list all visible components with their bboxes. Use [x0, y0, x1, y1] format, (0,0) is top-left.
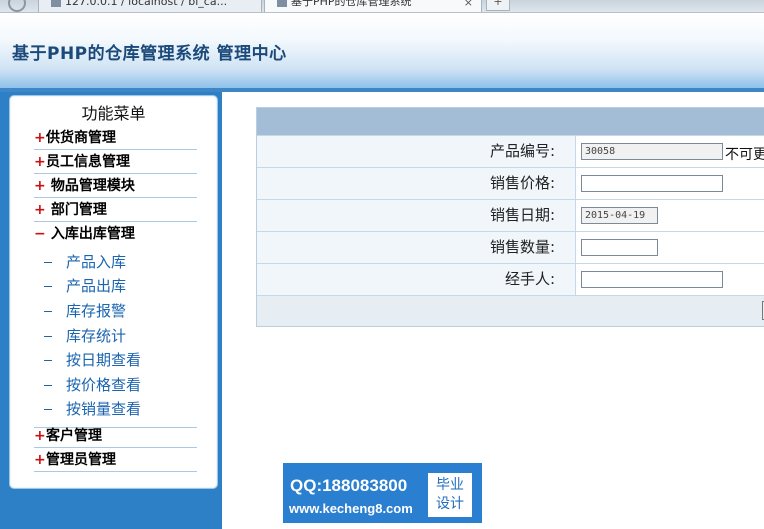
sale-quantity-label: 销售数量: — [257, 232, 576, 263]
expand-icon: + — [34, 154, 46, 170]
bullet-dash — [44, 360, 52, 361]
form-header-bar — [257, 108, 764, 135]
submenu-label: 产品入库 — [66, 253, 127, 271]
form-row-sale-price: 销售价格: — [257, 167, 764, 199]
menu-item-departments[interactable]: + 部门管理 — [34, 198, 197, 222]
page-title: 基于PHP的仓库管理系统 管理中心 — [12, 44, 287, 64]
menu-item-stock-io[interactable]: − 入库出库管理 — [34, 222, 197, 245]
page-icon — [277, 0, 287, 7]
watermark-url: www.kecheng8.com — [289, 501, 413, 516]
menu-item-customers[interactable]: +客户管理 — [34, 424, 197, 448]
favicon-icon — [51, 0, 61, 7]
menu-item-admins[interactable]: +管理员管理 — [34, 448, 197, 472]
browser-tab-strip: 127.0.0.1 / localhost / bi_ca... 基于PHP的仓… — [0, 0, 764, 13]
bullet-dash — [44, 409, 52, 410]
sale-price-label: 销售价格: — [257, 168, 576, 199]
sales-form-table: 产品编号: 不可更 销售价格: 销售日期: 销售数量: 经手人: — [256, 107, 764, 327]
tab-label: 基于PHP的仓库管理系统 — [291, 0, 412, 8]
readonly-note: 不可更 — [725, 147, 764, 163]
submenu-product-outbound[interactable]: 产品出库 — [44, 275, 126, 297]
expand-icon: + — [34, 452, 46, 468]
handler-input[interactable] — [581, 271, 723, 288]
submenu-view-by-price[interactable]: 按价格查看 — [44, 374, 141, 396]
close-tab-icon[interactable]: × — [464, 0, 473, 10]
submenu-label: 产品出库 — [66, 277, 127, 295]
expand-icon: + — [34, 202, 46, 218]
browser-tab-phpmyadmin[interactable]: 127.0.0.1 / localhost / bi_ca... — [38, 0, 262, 12]
sale-price-input[interactable] — [581, 175, 723, 192]
sale-quantity-input[interactable] — [581, 239, 658, 256]
bullet-dash — [44, 262, 52, 263]
menu-item-label: 部门管理 — [46, 202, 107, 218]
submenu-label: 按价格查看 — [66, 376, 142, 394]
badge-line-2: 设计 — [436, 496, 464, 512]
form-row-handler: 经手人: — [257, 263, 764, 295]
form-row-product-id: 产品编号: 不可更 — [257, 135, 764, 167]
watermark-banner: QQ:188083800 www.kecheng8.com 毕业 设计 — [283, 463, 482, 523]
form-row-sale-date: 销售日期: — [257, 199, 764, 231]
menu-title: 功能菜单 — [81, 104, 146, 123]
submenu-view-by-sales[interactable]: 按销量查看 — [44, 398, 141, 420]
handler-label: 经手人: — [257, 264, 576, 295]
bullet-dash — [44, 385, 52, 386]
submenu-label: 按日期查看 — [66, 351, 142, 369]
submenu-label: 按销量查看 — [66, 400, 142, 418]
badge-line-1: 毕业 — [436, 477, 464, 493]
submenu-product-inbound[interactable]: 产品入库 — [44, 251, 126, 273]
expand-icon: + — [34, 130, 46, 146]
function-menu-panel: 功能菜单 +供货商管理 +员工信息管理 + 物品管理模块 + 部门管理 − 入库… — [9, 95, 218, 489]
menu-item-label: 物品管理模块 — [46, 178, 135, 194]
menu-item-label: 员工信息管理 — [46, 154, 130, 170]
submenu-stock-statistics[interactable]: 库存统计 — [44, 325, 126, 347]
menu-item-label: 入库出库管理 — [46, 226, 135, 242]
submenu-stock-alarm[interactable]: 库存报警 — [44, 300, 126, 322]
bullet-dash — [44, 336, 52, 337]
submenu-view-by-date[interactable]: 按日期查看 — [44, 349, 141, 371]
form-footer — [257, 295, 764, 326]
new-tab-button[interactable]: + — [486, 0, 510, 11]
submenu-label: 库存报警 — [66, 302, 127, 320]
expand-icon: + — [34, 178, 46, 194]
tab-label: 127.0.0.1 / localhost / bi_ca... — [65, 0, 228, 8]
menu-item-suppliers[interactable]: +供货商管理 — [34, 126, 197, 150]
sale-date-label: 销售日期: — [257, 200, 576, 231]
collapse-icon: − — [34, 226, 46, 242]
watermark-badge: 毕业 设计 — [428, 473, 472, 517]
menu-item-goods[interactable]: + 物品管理模块 — [34, 174, 197, 198]
product-id-label: 产品编号: — [257, 136, 576, 167]
sidebar: 功能菜单 +供货商管理 +员工信息管理 + 物品管理模块 + 部门管理 − 入库… — [0, 92, 222, 529]
menu-item-employees[interactable]: +员工信息管理 — [34, 150, 197, 174]
menu-item-label: 管理员管理 — [46, 452, 116, 468]
bullet-dash — [44, 311, 52, 312]
bullet-dash — [44, 286, 52, 287]
menu-item-label: 供货商管理 — [46, 130, 116, 146]
menu-item-label: 客户管理 — [46, 428, 102, 444]
browser-tab-active[interactable]: 基于PHP的仓库管理系统 × — [264, 0, 482, 12]
expand-icon: + — [34, 428, 46, 444]
form-row-sale-quantity: 销售数量: — [257, 231, 764, 263]
page-header: 基于PHP的仓库管理系统 管理中心 — [0, 13, 764, 88]
watermark-qq: QQ:188083800 — [290, 476, 408, 495]
sale-date-input[interactable] — [581, 207, 658, 224]
submenu-label: 库存统计 — [66, 327, 127, 345]
reload-icon[interactable] — [8, 0, 26, 12]
product-id-input[interactable] — [581, 143, 723, 160]
